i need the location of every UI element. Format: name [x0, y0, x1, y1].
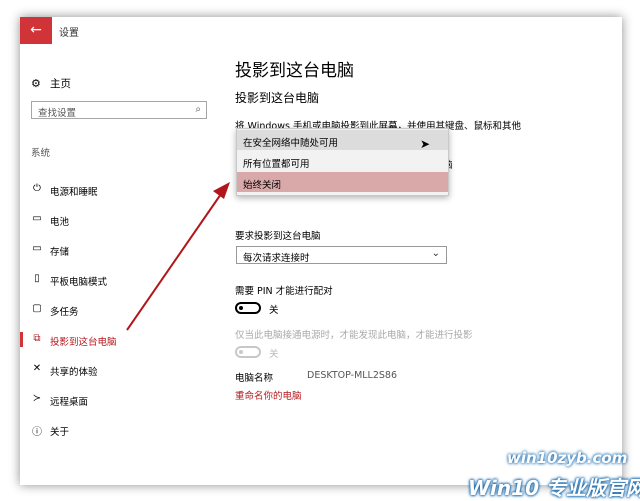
- arrow-line: [126, 193, 222, 331]
- annotation-arrow: [126, 182, 230, 331]
- watermark-url: win10zyb.com: [507, 449, 628, 467]
- arrow-head: [213, 182, 230, 199]
- watermark-brand: Win10 专业版官网: [468, 476, 640, 500]
